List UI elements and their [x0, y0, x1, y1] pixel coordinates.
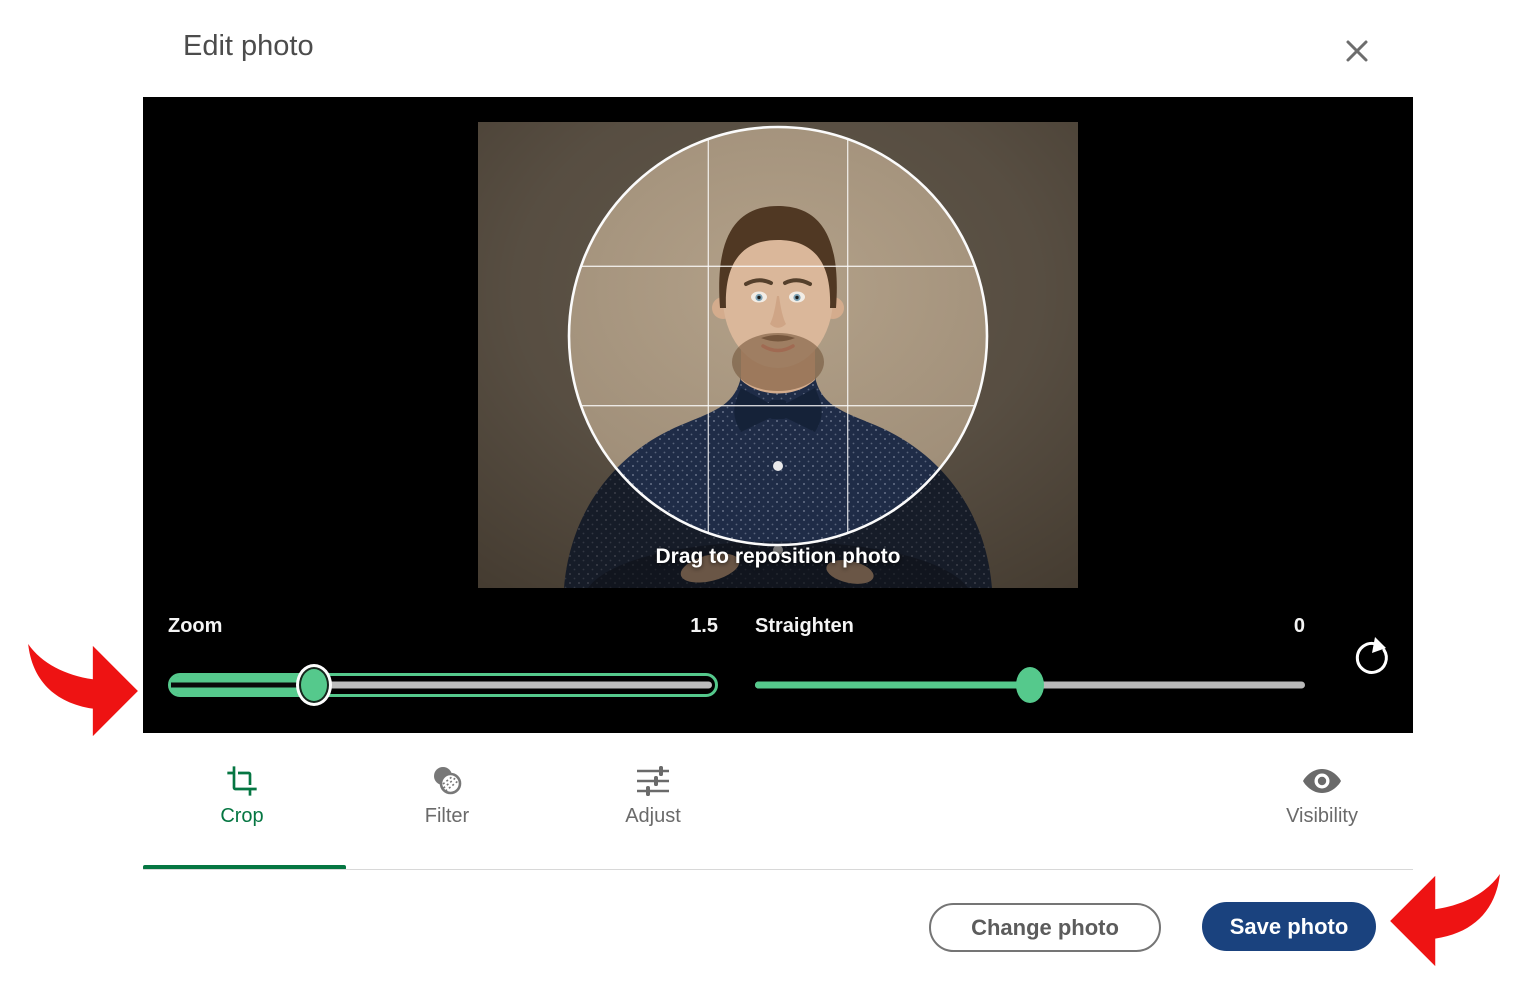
tab-filter[interactable]: Filter — [382, 762, 512, 828]
zoom-slider-thumb[interactable] — [299, 667, 329, 703]
crop-circle-overlay — [478, 122, 1078, 588]
tab-adjust-label: Adjust — [588, 805, 718, 828]
tab-adjust[interactable]: Adjust — [588, 762, 718, 828]
photo-editor-panel: Drag to reposition photo Zoom 1.5 Straig… — [143, 97, 1413, 733]
zoom-value: 1.5 — [690, 615, 718, 638]
zoom-slider-groove-right — [315, 682, 712, 689]
close-icon — [1342, 36, 1372, 66]
zoom-slider-group: Zoom 1.5 — [168, 613, 718, 697]
eye-icon — [1257, 762, 1387, 800]
photo-crop-area[interactable]: Drag to reposition photo — [478, 122, 1078, 588]
tab-visibility[interactable]: Visibility — [1257, 762, 1387, 828]
zoom-slider-track[interactable] — [168, 673, 718, 697]
close-button[interactable] — [1338, 32, 1376, 70]
straighten-label: Straighten — [755, 615, 854, 638]
tab-crop-label: Crop — [177, 805, 307, 828]
tabs-divider — [143, 869, 1413, 870]
change-photo-button[interactable]: Change photo — [929, 903, 1161, 952]
crop-icon — [177, 762, 307, 800]
straighten-slider-fill — [755, 682, 1030, 689]
zoom-label: Zoom — [168, 615, 222, 638]
edit-photo-dialog: Edit photo — [0, 0, 1536, 998]
tab-filter-label: Filter — [382, 805, 512, 828]
rotate-icon — [1350, 636, 1394, 680]
straighten-slider-thumb[interactable] — [1016, 667, 1044, 703]
save-photo-button[interactable]: Save photo — [1202, 902, 1376, 951]
adjust-icon — [588, 762, 718, 800]
straighten-slider-group: Straighten 0 — [755, 613, 1305, 697]
page-title: Edit photo — [183, 30, 314, 63]
reset-rotation-button[interactable] — [1348, 634, 1396, 682]
tab-visibility-label: Visibility — [1257, 805, 1387, 828]
straighten-value: 0 — [1294, 615, 1305, 638]
zoom-slider-groove-left — [171, 683, 315, 688]
annotation-arrow-right — [1388, 872, 1506, 970]
rule-of-thirds-grid — [569, 127, 987, 545]
tab-crop[interactable]: Crop — [177, 762, 307, 828]
filter-icon — [382, 762, 512, 800]
annotation-arrow-left — [26, 642, 144, 740]
drag-hint-text: Drag to reposition photo — [478, 545, 1078, 569]
